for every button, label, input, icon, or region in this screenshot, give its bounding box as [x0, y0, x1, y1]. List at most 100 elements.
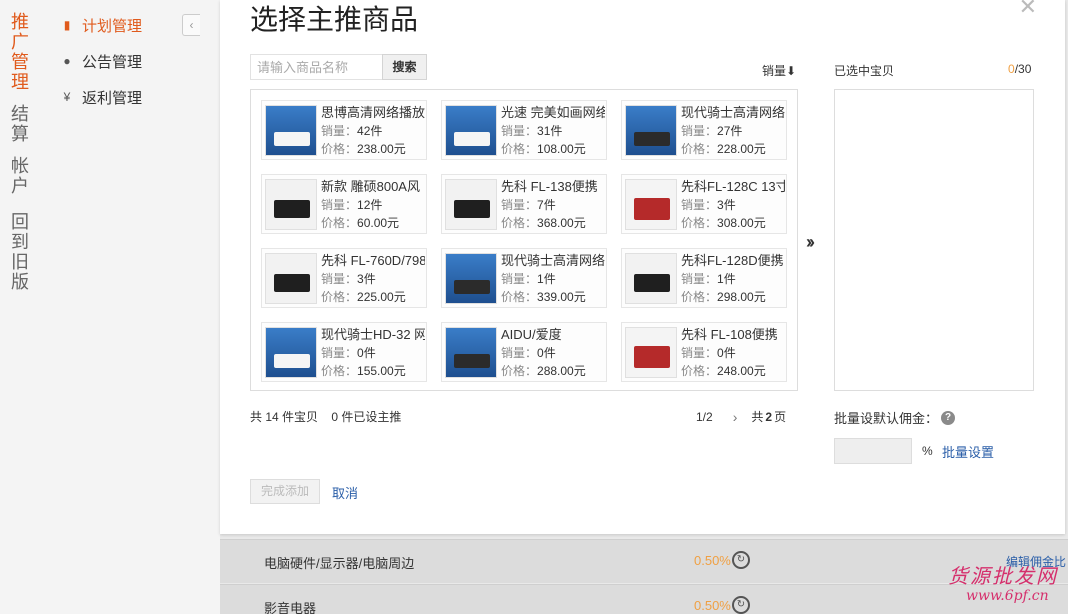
search-button[interactable]: 搜索 — [382, 54, 427, 80]
batch-set-link[interactable]: 批量设置 — [942, 442, 994, 461]
product-thumbnail — [265, 327, 317, 378]
product-thumbnail — [445, 179, 497, 230]
nav-settlement[interactable]: 结算 — [10, 104, 30, 144]
product-price: 价格：60.00元 — [321, 216, 400, 230]
product-thumbnail — [625, 327, 677, 378]
product-sales: 销量：31件 — [501, 124, 563, 138]
product-card[interactable]: 先科 FL-760D/798 销量：3件价格：225.00元 — [261, 248, 427, 308]
help-icon[interactable]: ? — [941, 410, 956, 425]
rate-cell: 0.50% — [694, 553, 731, 568]
sub-nav-item-announcement-management[interactable]: ● 公告管理 — [60, 50, 142, 72]
product-name: 先科 FL-760D/798 — [321, 253, 425, 268]
watermark-url: www.6pf.cn — [966, 588, 1049, 604]
cancel-link[interactable]: 取消 — [332, 483, 358, 502]
product-thumbnail — [265, 105, 317, 156]
product-sales: 销量：27件 — [681, 124, 743, 138]
product-sales: 销量：7件 — [501, 198, 556, 212]
sort-by-sales-button[interactable]: 销量⬇ — [762, 62, 796, 79]
product-sales: 销量：0件 — [321, 346, 376, 360]
product-name: 先科 FL-138便携 — [501, 179, 598, 194]
product-card[interactable]: 新款 雕硕800A风 销量：12件价格：60.00元 — [261, 174, 427, 234]
product-name: 现代骑士HD-32 网 — [321, 327, 425, 342]
chat-icon: ● — [63, 54, 71, 68]
product-price: 价格：368.00元 — [501, 216, 586, 230]
nav-promotion-management[interactable]: 推广管理 — [10, 12, 30, 92]
batch-commission-input[interactable] — [834, 438, 912, 464]
product-card[interactable]: AIDU/爱度 销量：0件价格：288.00元 — [441, 322, 607, 382]
category-cell: 电脑硬件/显示器/电脑周边 — [264, 556, 415, 571]
product-name: 先科 FL-108便携 — [681, 327, 778, 342]
batch-commission-label: 批量设默认佣金： ? — [834, 408, 956, 427]
collapse-sidebar-button[interactable]: ‹ — [182, 14, 200, 36]
product-thumbnail — [445, 105, 497, 156]
next-page-icon[interactable]: › — [733, 409, 738, 425]
product-name: 先科FL-128C 13寸 — [681, 179, 785, 194]
product-sales: 销量：3件 — [321, 272, 376, 286]
product-sales: 销量：0件 — [501, 346, 556, 360]
page-total: 2 — [765, 409, 773, 424]
product-card[interactable]: 现代骑士高清网络 销量：1件 价格：339.00元 — [441, 248, 607, 308]
refresh-icon[interactable]: ↻ — [732, 551, 750, 569]
select-featured-products-modal: 选择主推商品 ✕ 搜索 销量⬇ 思博高清网络播放销量：42件价格：238.00元… — [220, 0, 1065, 534]
pagination: 1/2 › 共 2 页 — [696, 408, 786, 425]
product-name: 现代骑士高清网络 — [681, 105, 785, 120]
watermark-logo: 货源批发网 — [948, 564, 1058, 588]
product-card[interactable]: 光速 完美如画网络 销量：31件价格：108.00元 — [441, 100, 607, 160]
nav-char: 算 — [11, 124, 29, 144]
product-card[interactable]: 现代骑士HD-32 网销量：0件价格：155.00元 — [261, 322, 427, 382]
nav-account[interactable]: 帐户 — [10, 156, 30, 196]
product-name: 现代骑士高清网络 — [501, 253, 605, 268]
product-card[interactable]: 现代骑士高清网络 销量：27件价格：228.00元 — [621, 100, 787, 160]
product-price: 价格：155.00元 — [321, 364, 406, 378]
modal-title: 选择主推商品 — [250, 4, 419, 35]
nav-char: 旧 — [11, 252, 29, 272]
nav-char: 帐 — [11, 156, 29, 176]
refresh-icon[interactable]: ↻ — [732, 596, 750, 614]
product-price: 价格：288.00元 — [501, 364, 586, 378]
product-price: 价格：298.00元 — [681, 290, 766, 304]
selected-count: 0/30 — [1008, 62, 1031, 76]
sub-nav-item-label: 计划管理 — [82, 17, 143, 35]
product-search-input[interactable] — [250, 54, 382, 80]
product-thumbnail — [265, 179, 317, 230]
product-name: 光速 完美如画网络 — [501, 105, 605, 120]
product-thumbnail — [265, 253, 317, 304]
category-cell: 影音电器 — [264, 601, 317, 614]
product-sales: 销量：12件 — [321, 198, 383, 212]
close-icon[interactable]: ✕ — [1019, 0, 1037, 20]
chevron-left-icon: ‹ — [189, 18, 194, 32]
nav-char: 版 — [11, 272, 29, 292]
product-name: 新款 雕硕800A风 — [321, 179, 420, 194]
nav-back-to-old-version[interactable]: 回到旧版 — [10, 212, 30, 292]
product-price: 价格：308.00元 — [681, 216, 766, 230]
nav-char: 到 — [11, 232, 29, 252]
finish-add-button[interactable]: 完成添加 — [250, 479, 320, 504]
nav-char: 结 — [11, 104, 29, 124]
product-price: 价格：108.00元 — [501, 142, 586, 156]
product-price: 价格：238.00元 — [321, 142, 406, 156]
product-card[interactable]: 先科 FL-108便携 销量：0件 价格：248.00元 — [621, 322, 787, 382]
product-price: 价格：248.00元 — [681, 364, 766, 378]
product-card[interactable]: 先科FL-128C 13寸 销量：3件价格：308.00元 — [621, 174, 787, 234]
product-card[interactable]: 先科 FL-138便携 销量：7件价格：368.00元 — [441, 174, 607, 234]
sub-nav: ▮ 计划管理 ● 公告管理 ¥ 返利管理 ‹ — [40, 0, 220, 614]
product-price: 价格：228.00元 — [681, 142, 766, 156]
move-right-icon[interactable]: ›› — [806, 232, 815, 253]
selected-count-current: 0 — [1008, 62, 1015, 76]
table-row: 电脑硬件/显示器/电脑周边 0.50% ↻ 编辑佣金比 — [220, 539, 1068, 583]
product-sales: 销量：3件 — [681, 198, 736, 212]
product-card[interactable]: 思博高清网络播放 销量：42件 价格：238.00元 — [261, 100, 427, 160]
product-sales: 销量：1件 — [681, 272, 736, 286]
sub-nav-item-label: 公告管理 — [82, 53, 143, 71]
product-price: 价格：339.00元 — [501, 290, 586, 304]
nav-char: 推 — [11, 12, 29, 32]
product-name: AIDU/爱度 — [501, 327, 562, 342]
product-card[interactable]: 先科FL-128D便携 销量：1件 价格：298.00元 — [621, 248, 787, 308]
nav-char: 户 — [11, 176, 29, 196]
nav-char: 回 — [11, 212, 29, 232]
sub-nav-item-plan-management[interactable]: ▮ 计划管理 — [60, 14, 142, 36]
sub-nav-item-rebate-management[interactable]: ¥ 返利管理 — [60, 86, 142, 108]
sub-nav-item-label: 返利管理 — [82, 89, 143, 107]
product-price: 价格：225.00元 — [321, 290, 406, 304]
nav-char: 广 — [11, 32, 29, 52]
